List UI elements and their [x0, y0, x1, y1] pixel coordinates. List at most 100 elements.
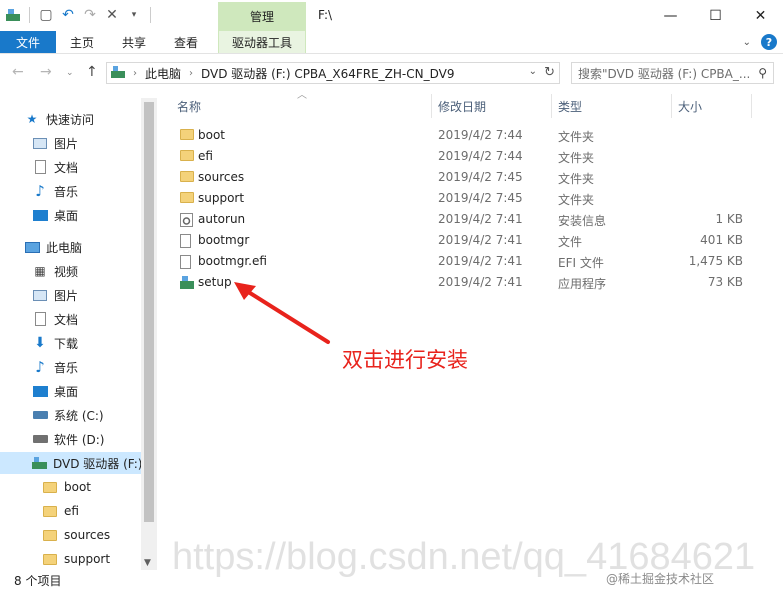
- file-name: sources: [198, 170, 245, 184]
- sidebar-item-label: 软件 (D:): [54, 432, 105, 447]
- sidebar-item-label: 文档: [54, 160, 79, 175]
- breadcrumb-dvd-drive[interactable]: DVD 驱动器 (F:) CPBA_X64FRE_ZH-CN_DV9: [201, 65, 454, 82]
- address-bar[interactable]: › 此电脑 › DVD 驱动器 (F:) CPBA_X64FRE_ZH-CN_D…: [106, 62, 560, 84]
- sidebar-item-desktop[interactable]: 桌面: [0, 204, 141, 226]
- video-icon: ▦: [34, 264, 46, 278]
- column-divider[interactable]: [751, 94, 752, 118]
- music-icon: ♪: [35, 358, 45, 376]
- sidebar-item-label: 系统 (C:): [54, 408, 104, 423]
- table-row[interactable]: bootmgr.efi 2019/4/2 7:41 EFI 文件 1,475 K…: [165, 251, 755, 272]
- sidebar-item-label: support: [64, 552, 111, 566]
- tab-drive-tools[interactable]: 驱动器工具: [218, 31, 306, 53]
- maximize-icon[interactable]: ☐: [693, 0, 738, 31]
- column-divider[interactable]: [431, 94, 432, 118]
- folder-icon: [180, 192, 194, 203]
- scrollbar-thumb[interactable]: [144, 102, 154, 522]
- sidebar-item-label: 此电脑: [46, 240, 83, 255]
- column-header-size[interactable]: 大小: [678, 98, 702, 116]
- sidebar-item-software-d[interactable]: 软件 (D:): [0, 428, 141, 450]
- file-name: support: [198, 191, 245, 205]
- help-icon[interactable]: ?: [761, 34, 777, 50]
- table-row[interactable]: autorun 2019/4/2 7:41 安装信息 1 KB: [165, 209, 755, 230]
- sidebar-item-desktop[interactable]: 桌面: [0, 380, 141, 402]
- sidebar-item-boot[interactable]: boot: [0, 476, 141, 498]
- sidebar-item-documents[interactable]: 文档: [0, 308, 141, 330]
- sidebar-item-pictures[interactable]: 图片: [0, 132, 141, 154]
- manage-tab[interactable]: 管理: [218, 2, 306, 31]
- file-name: autorun: [198, 212, 246, 226]
- pictures-icon: [32, 288, 48, 302]
- forward-icon[interactable]: →: [40, 64, 52, 80]
- column-header-type[interactable]: 类型: [558, 98, 582, 116]
- sidebar-item-efi[interactable]: efi: [0, 500, 141, 522]
- table-row[interactable]: boot 2019/4/2 7:44 文件夹: [165, 125, 755, 146]
- folder-icon: [180, 171, 194, 182]
- file-type: 安装信息: [558, 214, 607, 228]
- download-icon: ⬇: [34, 335, 46, 351]
- customize-toolbar-icon[interactable]: ▾: [125, 6, 143, 24]
- sidebar-item-downloads[interactable]: ⬇ 下载: [0, 332, 141, 354]
- sidebar-item-label: DVD 驱动器 (F:): [53, 456, 143, 471]
- desktop-icon: [32, 208, 48, 222]
- sidebar-item-music[interactable]: ♪ 音乐: [0, 356, 141, 378]
- column-header-date[interactable]: 修改日期: [438, 98, 486, 116]
- sidebar-item-music[interactable]: ♪ 音乐: [0, 180, 141, 202]
- sidebar-item-videos[interactable]: ▦ 视频: [0, 260, 141, 282]
- star-icon: ★: [26, 112, 38, 126]
- sidebar-item-sources[interactable]: sources: [0, 524, 141, 546]
- sidebar-item-system-c[interactable]: 系统 (C:): [0, 404, 141, 426]
- up-icon[interactable]: ↑: [86, 64, 98, 80]
- refresh-icon[interactable]: ↻: [544, 65, 555, 80]
- back-icon[interactable]: ←: [12, 64, 24, 80]
- sidebar-item-support[interactable]: support: [0, 548, 141, 570]
- pictures-icon: [32, 136, 48, 150]
- quick-access-toolbar: ▢ ↶ ↷ ✕ ▾: [4, 5, 154, 25]
- sidebar-item-this-pc[interactable]: 此电脑: [0, 236, 141, 258]
- search-input[interactable]: 搜索"DVD 驱动器 (F:) CPBA_... ⚲: [571, 62, 774, 84]
- sidebar-item-documents[interactable]: 文档: [0, 156, 141, 178]
- column-divider[interactable]: [551, 94, 552, 118]
- file-name: setup: [198, 275, 232, 289]
- table-row[interactable]: support 2019/4/2 7:45 文件夹: [165, 188, 755, 209]
- properties-icon[interactable]: ▢: [37, 6, 55, 24]
- table-row[interactable]: sources 2019/4/2 7:45 文件夹: [165, 167, 755, 188]
- sidebar-item-pictures[interactable]: 图片: [0, 284, 141, 306]
- tab-share[interactable]: 共享: [112, 31, 156, 53]
- address-dropdown-icon[interactable]: ⌄: [529, 66, 537, 77]
- sidebar-item-label: 桌面: [54, 208, 79, 223]
- minimize-icon[interactable]: —: [648, 0, 693, 31]
- column-divider[interactable]: [671, 94, 672, 118]
- redo-icon[interactable]: ↷: [81, 6, 99, 24]
- file-size: 1,475 KB: [688, 254, 743, 268]
- scroll-down-icon[interactable]: ▼: [144, 558, 151, 568]
- search-icon[interactable]: ⚲: [758, 66, 767, 80]
- table-row[interactable]: bootmgr 2019/4/2 7:41 文件 401 KB: [165, 230, 755, 251]
- table-row[interactable]: efi 2019/4/2 7:44 文件夹: [165, 146, 755, 167]
- delete-icon[interactable]: ✕: [103, 6, 121, 24]
- close-icon[interactable]: ✕: [738, 0, 783, 31]
- document-icon: [32, 312, 48, 326]
- recent-locations-icon[interactable]: ⌄: [66, 68, 74, 78]
- tab-home[interactable]: 主页: [60, 31, 104, 53]
- sidebar-scrollbar[interactable]: ▼: [141, 98, 157, 570]
- sidebar-item-dvd-drive[interactable]: DVD 驱动器 (F:): [0, 452, 143, 474]
- ribbon-controls: ⌄ ?: [743, 34, 777, 50]
- ribbon-tabs: 文件 主页 共享 查看 驱动器工具 ⌄ ?: [0, 31, 783, 54]
- sidebar-item-label: 文档: [54, 312, 79, 327]
- drive-icon: [32, 432, 48, 446]
- column-header-name[interactable]: 名称: [177, 98, 201, 116]
- tab-view[interactable]: 查看: [164, 31, 208, 53]
- breadcrumb-this-pc[interactable]: 此电脑: [145, 65, 181, 82]
- sidebar-item-label: 视频: [54, 264, 79, 279]
- expand-ribbon-icon[interactable]: ⌄: [743, 37, 751, 48]
- undo-icon[interactable]: ↶: [59, 6, 77, 24]
- file-icon: [180, 255, 191, 269]
- window-title: F:\: [318, 8, 333, 22]
- chevron-right-icon[interactable]: ›: [133, 68, 137, 79]
- chevron-right-icon[interactable]: ›: [189, 68, 193, 79]
- sidebar-item-quick-access[interactable]: ★ 快速访问: [0, 108, 141, 130]
- address-row: ← → ⌄ ↑ › 此电脑 › DVD 驱动器 (F:) CPBA_X64FRE…: [0, 56, 783, 90]
- file-size: 73 KB: [707, 275, 743, 289]
- tab-file[interactable]: 文件: [0, 31, 56, 53]
- file-date: 2019/4/2 7:45: [438, 170, 523, 184]
